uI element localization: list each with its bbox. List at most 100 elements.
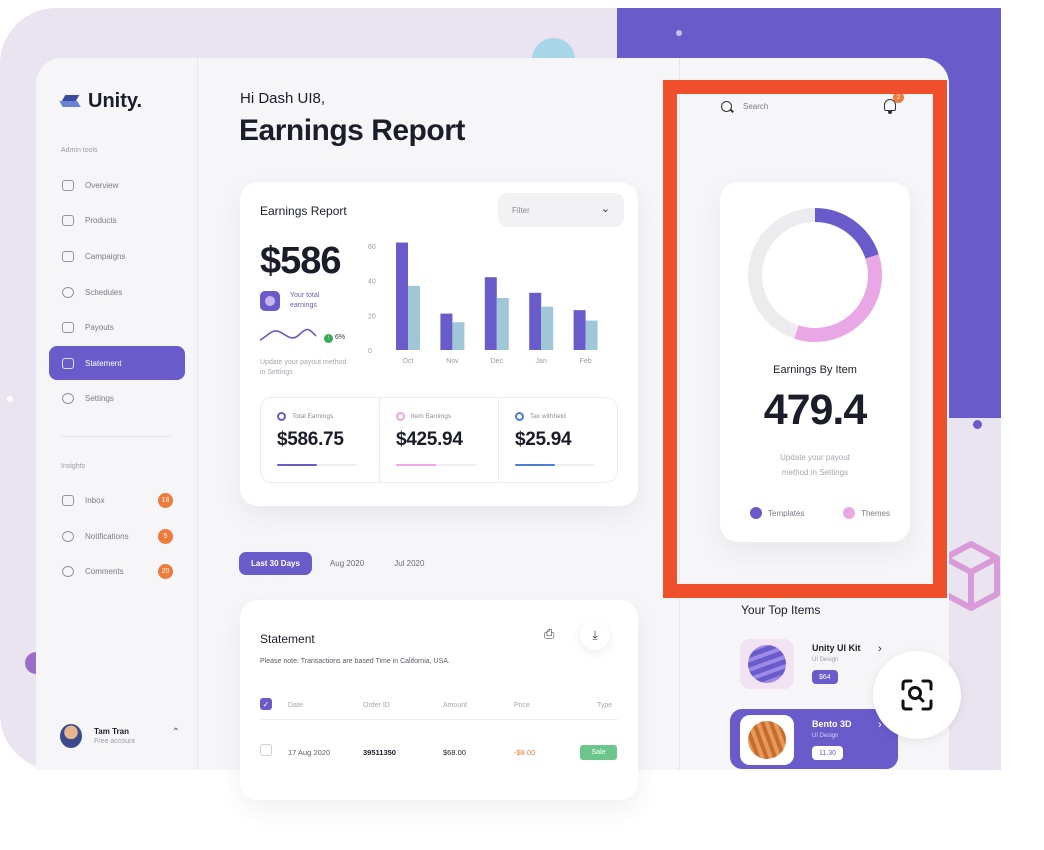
stat-tax-withheld: Tax withheld $25.94 xyxy=(498,398,617,482)
stat-total-earnings: Total Earnings $586.75 xyxy=(261,398,379,482)
sidebar-item-products[interactable]: Products xyxy=(49,203,185,237)
filter-label: Filter xyxy=(512,205,530,215)
tab-aug-2020[interactable]: Aug 2020 xyxy=(318,552,376,575)
column-header: Price xyxy=(514,702,530,709)
sparkline xyxy=(259,328,317,341)
bar xyxy=(440,313,453,350)
sidebar-item-label: Overview xyxy=(85,180,119,190)
print-icon[interactable]: ⎙ xyxy=(544,626,554,642)
stat-progress xyxy=(515,464,595,466)
document-icon xyxy=(62,357,74,369)
column-header: Amount xyxy=(443,702,468,709)
sidebar-item-schedules[interactable]: Schedules xyxy=(49,275,185,309)
tab-jul-2020[interactable]: Jul 2020 xyxy=(382,552,436,575)
comment-icon xyxy=(62,565,74,577)
stat-dot-icon xyxy=(277,412,286,421)
item-thumbnail xyxy=(740,715,794,765)
avatar xyxy=(60,724,82,748)
decor-dot xyxy=(676,30,682,36)
cell-date: 17 Aug 2020 xyxy=(288,748,331,757)
stat-label: Total Earnings xyxy=(292,413,334,420)
y-tick-label: 20 xyxy=(368,313,376,320)
filter-dropdown[interactable]: Filter ⌄ xyxy=(498,193,624,227)
sidebar-item-campaigns[interactable]: Campaigns xyxy=(49,239,185,273)
bar xyxy=(585,320,598,350)
item-category: UI Design xyxy=(812,657,839,663)
campaign-icon xyxy=(62,250,74,262)
page-title: Earnings Report xyxy=(239,114,465,147)
stat-value: $25.94 xyxy=(515,429,572,450)
stat-value: $586.75 xyxy=(277,429,344,450)
sidebar-item-label: Statement xyxy=(85,358,122,368)
sidebar-item-label: Comments xyxy=(85,566,124,576)
download-button[interactable]: ⤓ xyxy=(580,620,610,650)
sidebar-item-label: Payouts xyxy=(85,322,114,332)
cell-order-id: 39511350 xyxy=(363,748,396,757)
visual-search-button[interactable] xyxy=(873,651,961,739)
chevron-down-icon: ⌄ xyxy=(600,203,610,215)
statement-card: Statement Please note: Transactions are … xyxy=(240,600,638,800)
sidebar-item-payouts[interactable]: Payouts xyxy=(49,310,185,344)
item-category: UI Design xyxy=(812,733,839,739)
sidebar-item-overview[interactable]: Overview xyxy=(49,168,185,202)
cell-price: -$8.00 xyxy=(514,748,536,757)
statement-note: Please note: Transactions are based Time… xyxy=(260,658,450,665)
user-profile[interactable]: Tam Tran Free account ⌃ xyxy=(60,724,180,748)
inbox-icon xyxy=(62,494,74,506)
sidebar-item-label: Inbox xyxy=(85,495,105,505)
stat-progress-fill xyxy=(277,464,317,466)
table-row[interactable]: 17 Aug 2020 39511350 $68.00 -$8.00 Sale xyxy=(260,742,618,762)
item-price-badge: 11.30 xyxy=(812,746,843,760)
stat-label: Item Earnings xyxy=(411,413,452,420)
tab-last-30-days[interactable]: Last 30 Days xyxy=(239,552,312,575)
chevron-updown-icon[interactable]: ⌃ xyxy=(172,727,180,738)
stat-progress-fill xyxy=(515,464,555,466)
statement-title: Statement xyxy=(260,632,315,646)
stat-item-earnings: Item Earnings $425.94 xyxy=(379,398,498,482)
top-item-unity-ui-kit[interactable]: Unity UI Kit UI Design $64 › xyxy=(730,633,898,693)
bar xyxy=(529,292,542,350)
clock-icon xyxy=(62,286,74,298)
top-items-title: Your Top Items xyxy=(741,603,821,617)
payout-note: Update your payout method in Settings xyxy=(260,359,347,376)
sidebar: Unity. Admin tools Overview Products Cam… xyxy=(36,58,198,770)
column-header: Date xyxy=(288,702,303,709)
sidebar-item-inbox[interactable]: Inbox 18 xyxy=(49,483,185,517)
bar xyxy=(573,310,586,350)
sidebar-item-comments[interactable]: Comments 20 xyxy=(49,554,185,588)
arrow-up-icon: ↑ xyxy=(324,334,333,343)
y-tick-label: 0 xyxy=(368,348,372,355)
item-name: Unity UI Kit xyxy=(812,643,861,653)
bag-icon xyxy=(62,214,74,226)
period-tabs: Last 30 Days Aug 2020 Jul 2020 xyxy=(239,552,436,575)
card-title: Earnings Report xyxy=(260,204,347,218)
wallet-icon xyxy=(62,321,74,333)
bar xyxy=(408,285,420,350)
sidebar-item-label: Settings xyxy=(85,393,114,403)
stat-progress-fill xyxy=(396,464,436,466)
earnings-report-card: Earnings Report Filter ⌄ $586 Your total… xyxy=(240,182,638,506)
lens-search-icon xyxy=(901,679,933,711)
inbox-badge: 18 xyxy=(158,493,173,508)
row-checkbox[interactable] xyxy=(260,744,272,756)
select-all-checkbox[interactable]: ✓ xyxy=(260,698,272,710)
sidebar-item-label: Campaigns xyxy=(85,251,126,261)
item-name: Bento 3D xyxy=(812,719,852,729)
download-icon: ⤓ xyxy=(592,627,598,642)
sidebar-item-label: Products xyxy=(85,215,117,225)
brand-name: Unity. xyxy=(88,90,143,112)
highlight-box xyxy=(663,80,947,598)
stat-dot-icon xyxy=(515,412,524,421)
item-price-badge: $64 xyxy=(812,670,838,684)
x-tick-label: Feb xyxy=(580,358,592,365)
sidebar-item-statement[interactable]: Statement xyxy=(49,346,185,380)
chevron-right-icon: › xyxy=(878,643,882,655)
earnings-icon xyxy=(260,291,280,311)
growth-indicator: ↑ 6% xyxy=(324,334,345,343)
top-item-bento-3d[interactable]: Bento 3D UI Design 11.30 › xyxy=(730,709,898,769)
sidebar-item-settings[interactable]: Settings xyxy=(49,381,185,415)
decor-dot xyxy=(973,420,982,429)
brand-logo[interactable]: Unity. xyxy=(60,90,142,113)
x-tick-label: Nov xyxy=(446,358,459,365)
sidebar-item-notifications[interactable]: Notifications 5 xyxy=(49,519,185,553)
